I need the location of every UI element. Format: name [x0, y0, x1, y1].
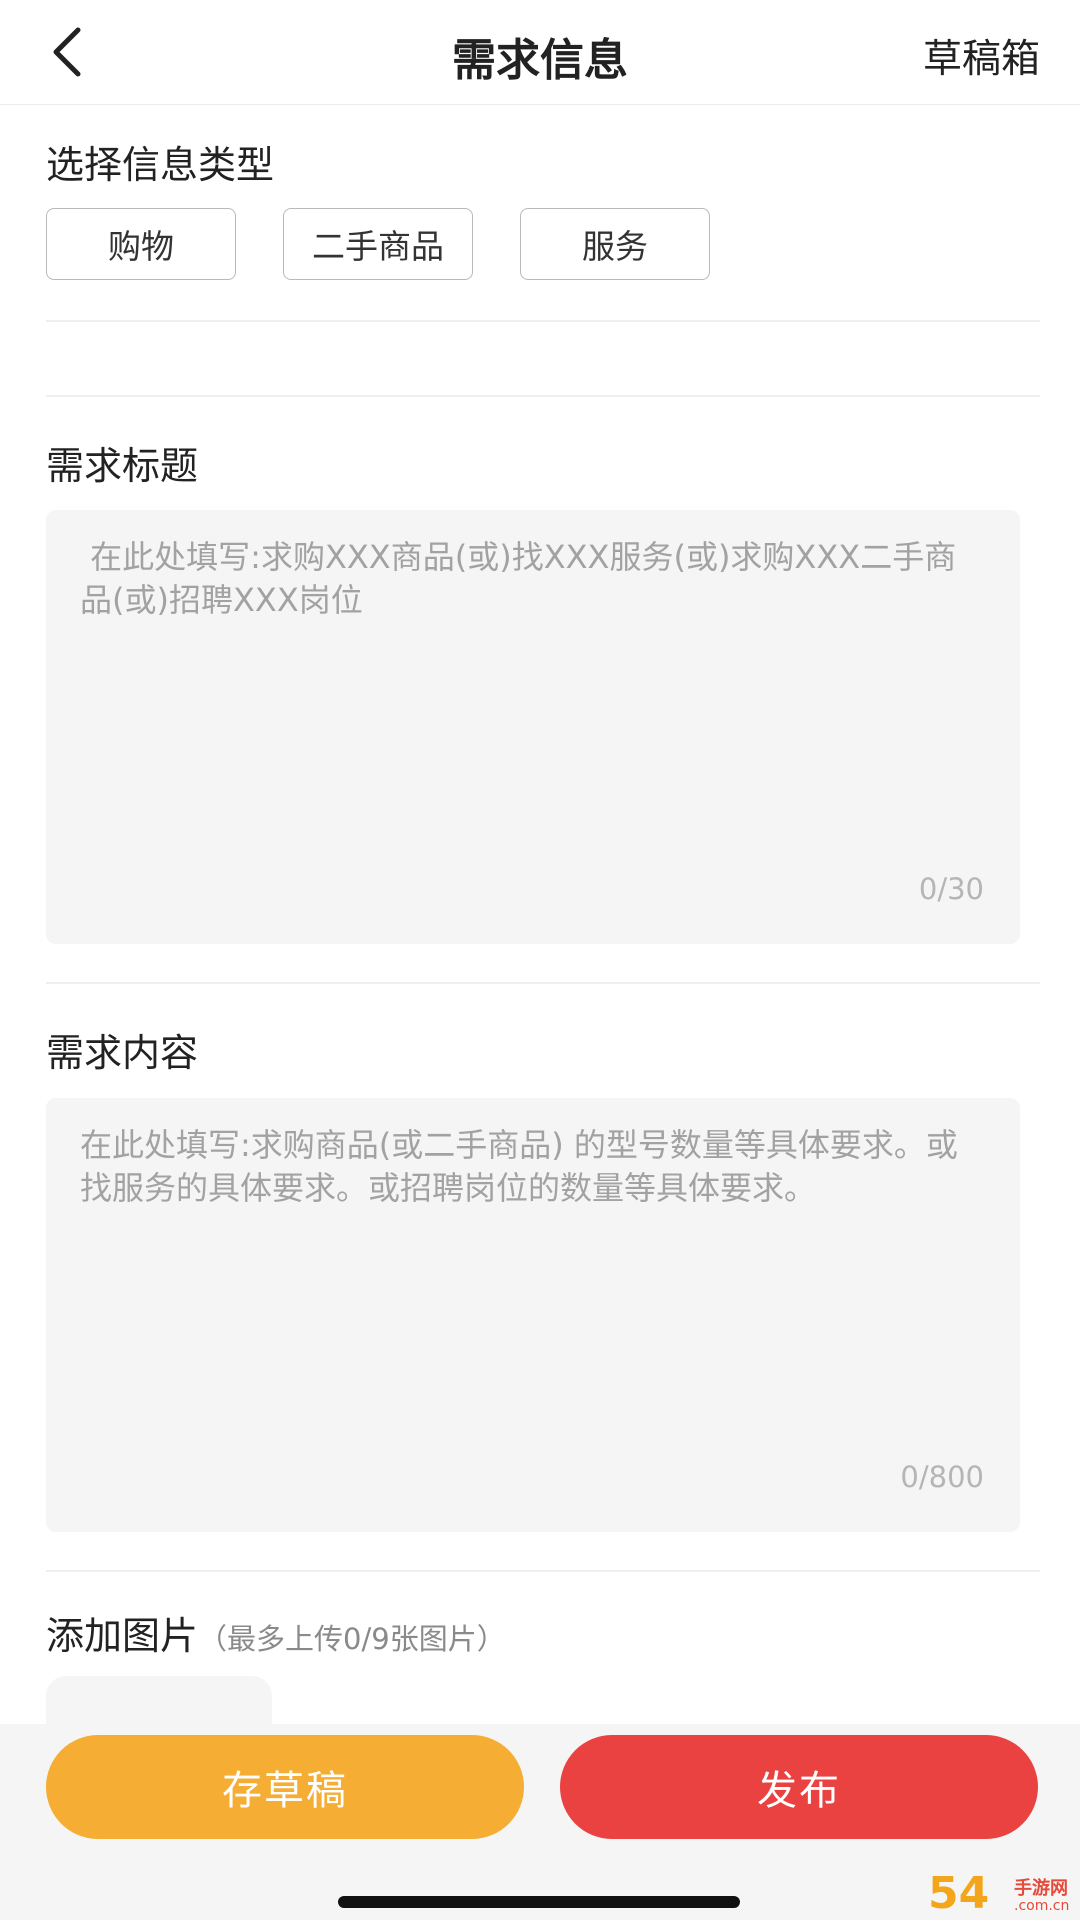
- publish-button[interactable]: 发布: [560, 1735, 1038, 1839]
- info-type-heading: 选择信息类型: [46, 143, 275, 187]
- type-option-shopping[interactable]: 购物: [46, 208, 236, 280]
- demand-content-counter: 0/800: [900, 1460, 984, 1494]
- divider: [46, 1570, 1040, 1572]
- type-option-service[interactable]: 服务: [520, 208, 710, 280]
- demand-content-placeholder: 在此处填写:求购商品(或二手商品) 的型号数量等具体要求。或找服务的具体要求。或…: [80, 1126, 958, 1207]
- watermark-number: 54: [928, 1868, 990, 1919]
- page-title: 需求信息: [452, 35, 628, 86]
- demand-title-counter: 0/30: [918, 872, 984, 906]
- drafts-button[interactable]: 草稿箱: [923, 28, 1040, 84]
- watermark-logo: 54 手游网 .com.cn: [928, 1868, 1078, 1920]
- watermark-url: .com.cn: [1014, 1898, 1070, 1914]
- divider: [46, 395, 1040, 397]
- demand-content-input[interactable]: 在此处填写:求购商品(或二手商品) 的型号数量等具体要求。或找服务的具体要求。或…: [46, 1098, 1020, 1532]
- demand-title-input[interactable]: 在此处填写:求购XXX商品(或)找XXX服务(或)求购XXX二手商品(或)招聘X…: [46, 510, 1020, 944]
- photo-limit-note: （最多上传0/9张图片）: [198, 1622, 506, 1656]
- watermark-text: 手游网: [1014, 1878, 1068, 1899]
- demand-title-placeholder: 在此处填写:求购XXX商品(或)找XXX服务(或)求购XXX二手商品(或)招聘X…: [80, 538, 957, 619]
- divider: [46, 320, 1040, 322]
- demand-content-label: 需求内容: [46, 1031, 199, 1075]
- divider: [46, 982, 1040, 984]
- add-photo-label: 添加图片: [46, 1614, 199, 1658]
- home-indicator: [338, 1896, 740, 1908]
- type-option-secondhand[interactable]: 二手商品: [283, 208, 473, 280]
- save-draft-button[interactable]: 存草稿: [46, 1735, 524, 1839]
- demand-title-label: 需求标题: [46, 444, 199, 488]
- nav-bar: 需求信息 草稿箱: [0, 0, 1080, 105]
- add-photo-heading: 添加图片（最多上传0/9张图片）: [46, 1605, 506, 1660]
